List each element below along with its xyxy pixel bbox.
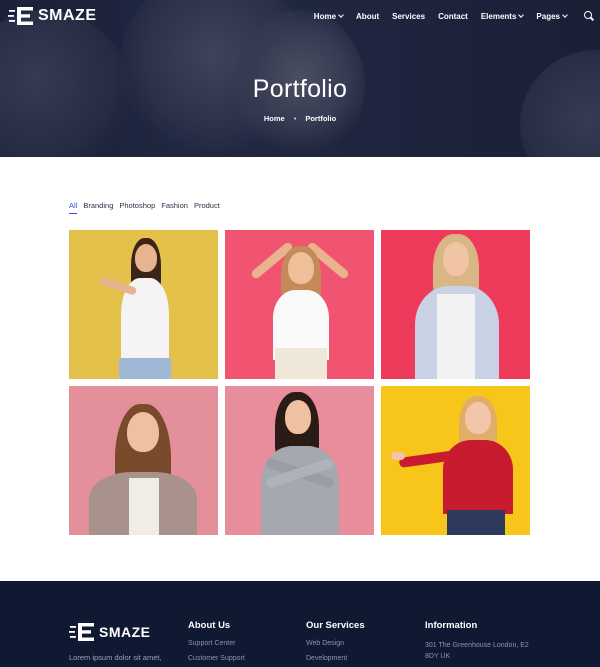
footer-link-customer-support[interactable]: Customer Support xyxy=(188,655,245,662)
portfolio-filter-bar: All Branding Photoshop Fashion Product xyxy=(69,201,226,214)
portfolio-image xyxy=(381,230,530,379)
nav-item-label: Home xyxy=(313,11,337,21)
nav-item-pages[interactable]: Pages xyxy=(536,11,568,21)
portfolio-item[interactable] xyxy=(381,230,530,379)
footer-column-title: Information xyxy=(425,620,478,631)
nav-item-contact[interactable]: Contact xyxy=(438,12,468,21)
portfolio-item[interactable] xyxy=(225,386,374,535)
portfolio-image xyxy=(381,386,530,535)
portfolio-item[interactable] xyxy=(69,386,218,535)
logo-mark-icon xyxy=(8,5,35,27)
footer-column-about: About Us Support Center Customer Support xyxy=(188,620,245,667)
footer-link-development[interactable]: Development xyxy=(306,655,365,662)
footer-column-information: Information 301 The Greenhouse London, E… xyxy=(425,620,535,662)
nav-item-services[interactable]: Services xyxy=(392,12,425,21)
footer-link-web-design[interactable]: Web Design xyxy=(306,640,365,647)
portfolio-item[interactable] xyxy=(225,230,374,379)
breadcrumb-separator: • xyxy=(293,114,297,123)
portfolio-item[interactable] xyxy=(381,386,530,535)
chevron-down-icon xyxy=(518,12,525,18)
logo-text: SMAZE xyxy=(38,7,97,24)
footer-logo[interactable]: SMAZE xyxy=(69,621,151,643)
search-icon[interactable] xyxy=(584,11,594,21)
filter-product[interactable]: Product xyxy=(194,201,220,214)
footer-column-title: Our Services xyxy=(306,620,365,631)
portfolio-item[interactable] xyxy=(69,230,218,379)
logo-text: SMAZE xyxy=(99,624,151,640)
nav-item-about[interactable]: About xyxy=(356,12,379,21)
portfolio-image xyxy=(69,230,218,379)
nav-item-label: Contact xyxy=(438,11,468,21)
main-navigation: Home About Services Contact Elements Pag… xyxy=(314,11,594,21)
footer-address: 301 The Greenhouse London, E2 8DY UK xyxy=(425,642,529,660)
nav-item-label: Elements xyxy=(480,11,517,21)
footer-column-title: About Us xyxy=(188,620,231,631)
footer-blurb: Lorem ipsum dolor sit amet, xyxy=(69,653,162,662)
portfolio-gallery xyxy=(69,230,531,535)
nav-item-home[interactable]: Home xyxy=(313,11,344,21)
filter-all[interactable]: All xyxy=(69,201,78,214)
portfolio-image xyxy=(69,386,218,535)
filter-fashion[interactable]: Fashion xyxy=(161,201,188,214)
filter-branding[interactable]: Branding xyxy=(83,201,113,214)
portfolio-image xyxy=(225,386,374,535)
portfolio-image xyxy=(225,230,374,379)
logo-mark-icon xyxy=(69,621,96,643)
page-header-hero: SMAZE Home About Services Contact Elemen… xyxy=(0,0,600,157)
footer-column-services: Our Services Web Design Development xyxy=(306,620,365,667)
chevron-down-icon xyxy=(338,12,344,18)
footer-link-support-center[interactable]: Support Center xyxy=(188,640,245,647)
filter-photoshop[interactable]: Photoshop xyxy=(119,201,155,214)
nav-item-label: About xyxy=(356,11,380,21)
breadcrumb: Home • Portfolio xyxy=(0,114,600,123)
nav-item-label: Pages xyxy=(536,11,560,21)
page-title: Portfolio xyxy=(252,75,348,103)
breadcrumb-current: Portfolio xyxy=(305,114,337,123)
nav-item-label: Services xyxy=(392,11,426,21)
chevron-down-icon xyxy=(562,12,568,18)
breadcrumb-link-home[interactable]: Home xyxy=(264,114,285,123)
site-logo[interactable]: SMAZE xyxy=(8,5,97,27)
nav-item-elements[interactable]: Elements xyxy=(480,11,525,21)
